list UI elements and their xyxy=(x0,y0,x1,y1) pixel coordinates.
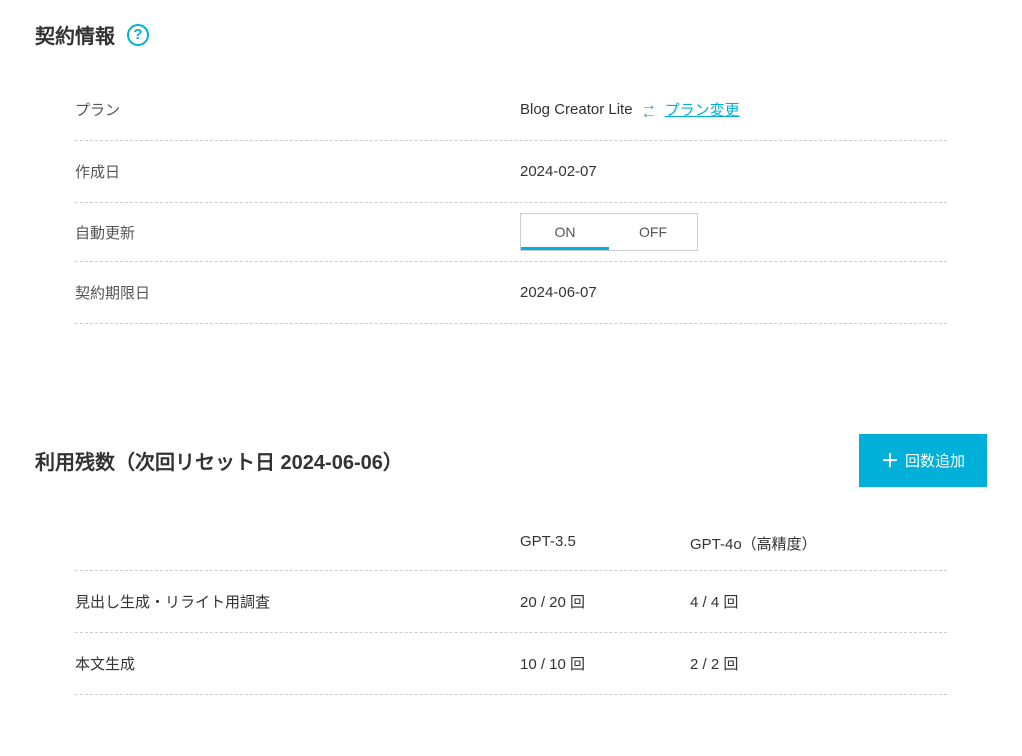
plan-row: プラン Blog Creator Lite → ← プラン変更 xyxy=(75,79,947,141)
usage-row: 見出し生成・リライト用調査 20 / 20 回 4 / 4 回 xyxy=(75,571,947,633)
usage-row-gpt35: 20 / 20 回 xyxy=(520,591,690,612)
usage-section-header: 利用残数（次回リセット日 2024-06-06） ＋ 回数追加 xyxy=(35,434,987,487)
add-button-label: 回数追加 xyxy=(905,450,965,471)
plan-value: Blog Creator Lite xyxy=(520,101,633,118)
usage-row-gpt4o: 2 / 2 回 xyxy=(690,653,947,674)
toggle-on[interactable]: ON xyxy=(521,214,609,250)
usage-header-row: GPT-3.5 GPT-4o（高精度） xyxy=(75,517,947,571)
contract-section-title: 契約情報 ? xyxy=(35,20,987,49)
plan-value-container: Blog Creator Lite → ← プラン変更 xyxy=(520,99,740,120)
usage-header-gpt35: GPT-3.5 xyxy=(520,533,690,554)
created-row: 作成日 2024-02-07 xyxy=(75,141,947,203)
expiry-row: 契約期限日 2024-06-07 xyxy=(75,262,947,324)
created-label: 作成日 xyxy=(75,161,520,182)
plan-label: プラン xyxy=(75,99,520,120)
usage-row: 本文生成 10 / 10 回 2 / 2 回 xyxy=(75,633,947,695)
usage-header-col1 xyxy=(75,533,520,554)
usage-row-gpt35: 10 / 10 回 xyxy=(520,653,690,674)
toggle-off[interactable]: OFF xyxy=(609,214,697,250)
auto-renew-label: 自動更新 xyxy=(75,222,520,243)
usage-section-title: 利用残数（次回リセット日 2024-06-06） xyxy=(35,446,403,475)
usage-header-gpt4o: GPT-4o（高精度） xyxy=(690,533,947,554)
contract-info-table: プラン Blog Creator Lite → ← プラン変更 作成日 2024… xyxy=(75,79,947,324)
usage-table: GPT-3.5 GPT-4o（高精度） 見出し生成・リライト用調査 20 / 2… xyxy=(75,517,947,695)
usage-row-gpt4o: 4 / 4 回 xyxy=(690,591,947,612)
contract-title-text: 契約情報 xyxy=(35,20,115,49)
usage-row-label: 本文生成 xyxy=(75,653,520,674)
expiry-value: 2024-06-07 xyxy=(520,284,597,301)
swap-icon: → ← xyxy=(641,102,657,116)
created-value: 2024-02-07 xyxy=(520,163,597,180)
help-icon[interactable]: ? xyxy=(127,24,149,46)
usage-row-label: 見出し生成・リライト用調査 xyxy=(75,591,520,612)
auto-renew-row: 自動更新 ON OFF xyxy=(75,203,947,262)
add-count-button[interactable]: ＋ 回数追加 xyxy=(859,434,987,487)
plus-icon: ＋ xyxy=(881,452,899,470)
auto-renew-toggle: ON OFF xyxy=(520,213,698,251)
expiry-label: 契約期限日 xyxy=(75,282,520,303)
auto-renew-value: ON OFF xyxy=(520,213,698,251)
plan-change-link[interactable]: プラン変更 xyxy=(665,99,740,120)
